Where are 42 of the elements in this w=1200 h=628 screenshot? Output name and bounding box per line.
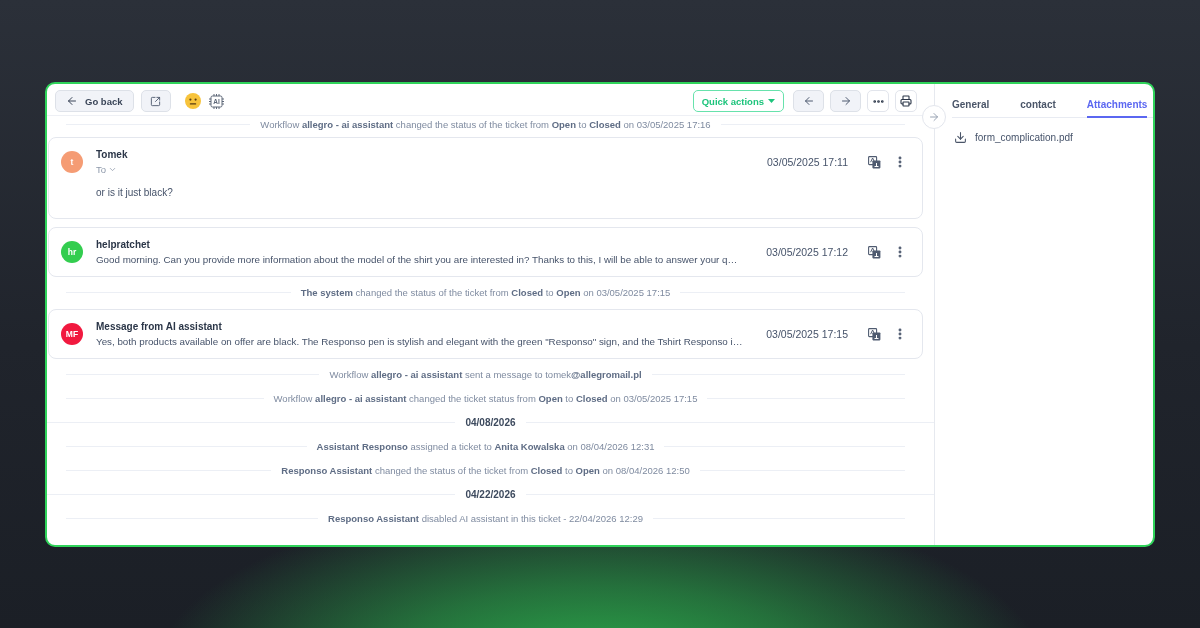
chevron-down-icon xyxy=(108,165,118,174)
system-event-text: Workflow allegro - ai assistant sent a message to tomek@allegromail.pl xyxy=(329,368,642,380)
go-back-button[interactable]: Go back xyxy=(55,90,134,112)
system-event-text: Responso Assistant changed the status of the ticket from Closed to Open on 08/04/2026 12:50 xyxy=(281,464,690,476)
message-text: or is it just black? xyxy=(96,187,174,198)
arrow-left-icon xyxy=(66,95,78,107)
message-text: Good morning. Can you provide more information about the model of the shirt you are interested in? Thanks to this, I will be able to answer your q… xyxy=(96,254,738,265)
date-separator: 04/08/2026 xyxy=(465,416,516,428)
panel-tab[interactable]: contact xyxy=(1020,99,1056,118)
print-button[interactable] xyxy=(895,90,917,112)
message-time: 03/05/2025 17:11 xyxy=(767,156,848,168)
translate-icon[interactable] xyxy=(868,327,881,341)
external-link-icon xyxy=(150,95,161,107)
panel-tab[interactable]: General xyxy=(952,99,990,118)
message-text: Yes, both products available on offer are black. The Responso pen is stylish and elegant with the green "Responso" sign, and the Tshirt Responso i… xyxy=(96,336,743,347)
system-event-text: Workflow allegro - ai assistant changed the ticket status from Open to Closed on 03/05/2025 17:15 xyxy=(273,392,698,404)
system-event-text: Workflow allegro - ai assistant changed the status of the ticket from Open to Closed on 03/05/2025 17:16 xyxy=(260,118,711,130)
open-external-button[interactable] xyxy=(140,90,171,112)
author-name: Tomek xyxy=(96,149,128,160)
system-event-text: Responso Assistant disabled AI assistant in this ticket - 22/04/2026 12:29 xyxy=(328,512,643,524)
panel-tab[interactable]: Attachments xyxy=(1086,99,1148,118)
date-separator: 04/22/2026 xyxy=(465,488,516,500)
translate-icon[interactable] xyxy=(868,155,881,169)
avatar: MF xyxy=(61,323,83,345)
attachment-link[interactable]: form_complication.pdf xyxy=(975,132,1073,143)
system-event-text: The system changed the status of the ticket from Closed to Open on 03/05/2025 17:15 xyxy=(300,286,671,298)
download-icon[interactable] xyxy=(954,131,967,144)
system-event-text: Assistant Responso assigned a ticket to Anita Kowalska on 08/04/2026 12:31 xyxy=(316,440,655,452)
caret-down-icon xyxy=(768,99,775,103)
neutral-face-icon[interactable] xyxy=(184,93,201,109)
author-name: helpratchet xyxy=(96,239,150,250)
message-time: 03/05/2025 17:15 xyxy=(766,328,848,340)
arrow-left-icon xyxy=(802,95,815,107)
message-time: 03/05/2025 17:12 xyxy=(766,246,848,258)
author-name: Message from AI assistant xyxy=(96,321,222,332)
translate-icon[interactable] xyxy=(868,245,881,259)
avatar: t xyxy=(61,151,83,173)
more-button[interactable] xyxy=(867,90,889,112)
avatar: hr xyxy=(61,241,83,263)
arrow-right-icon xyxy=(839,95,852,107)
arrow-right-icon xyxy=(928,111,940,123)
printer-icon xyxy=(900,95,912,107)
